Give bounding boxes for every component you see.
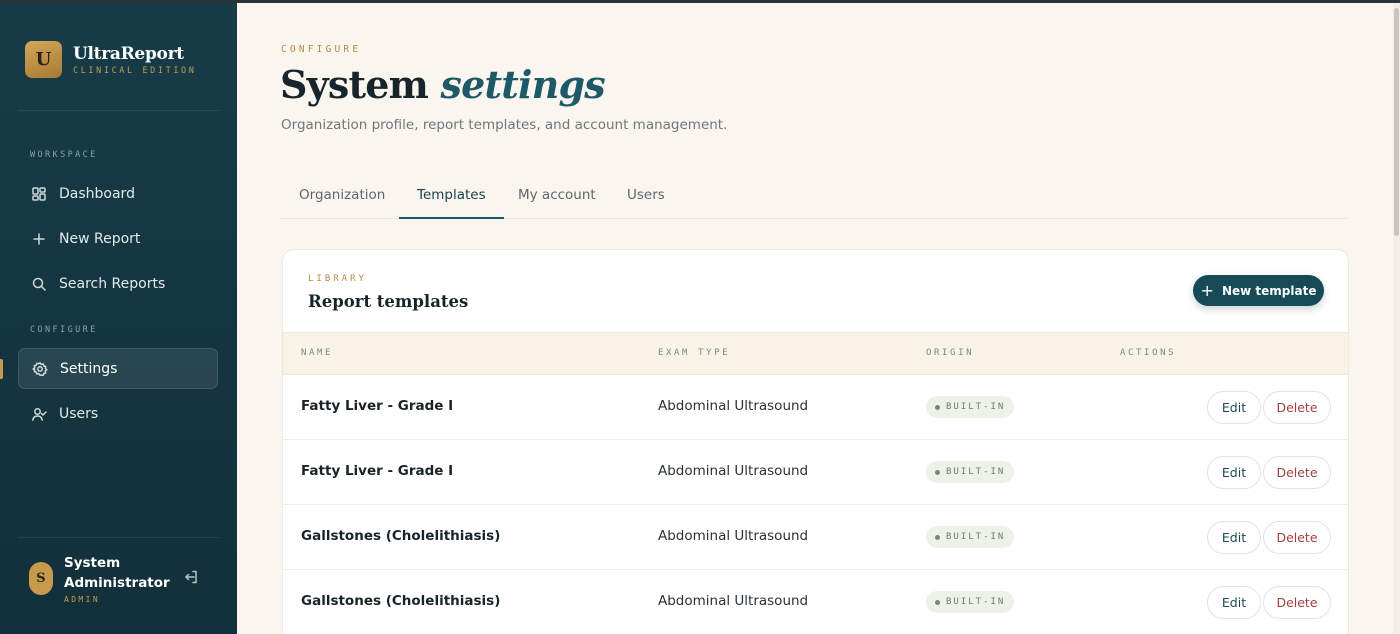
card-eyebrow: LIBRARY: [308, 274, 367, 284]
page-title-plain: System: [280, 62, 429, 107]
brand-name: UltraReport: [73, 44, 184, 64]
column-header-exam-type[interactable]: EXAM TYPE: [658, 348, 730, 358]
main-content: CONFIGURE System settings Organization p…: [237, 0, 1400, 634]
brand-logo: U: [25, 41, 62, 78]
sidebar-item-dashboard[interactable]: Dashboard: [18, 173, 218, 214]
logout-icon[interactable]: [183, 569, 199, 585]
active-indicator: [0, 359, 3, 379]
plus-icon: [31, 231, 47, 247]
table-header: NAME EXAM TYPE ORIGIN ACTIONS: [283, 332, 1348, 375]
tab-users[interactable]: Users: [609, 172, 683, 218]
tab-organization[interactable]: Organization: [281, 172, 403, 218]
origin-label: BUILT-IN: [946, 597, 1006, 607]
delete-button[interactable]: Delete: [1263, 586, 1331, 619]
template-exam-type: Abdominal Ultrasound: [658, 463, 809, 479]
sidebar-divider: [18, 537, 220, 538]
template-name: Fatty Liver - Grade I: [301, 463, 454, 479]
user-role: ADMIN: [64, 595, 101, 604]
gear-icon: [32, 361, 48, 377]
sidebar-item-label: Search Reports: [59, 275, 166, 292]
template-exam-type: Abdominal Ultrasound: [658, 398, 809, 414]
search-icon: [31, 276, 47, 292]
origin-badge: BUILT-IN: [926, 526, 1015, 548]
origin-label: BUILT-IN: [946, 467, 1006, 477]
page-subtitle: Organization profile, report templates, …: [281, 117, 728, 133]
origin-label: BUILT-IN: [946, 402, 1006, 412]
edit-button[interactable]: Edit: [1207, 521, 1261, 554]
plus-icon: +: [1200, 280, 1214, 300]
delete-button[interactable]: Delete: [1263, 521, 1331, 554]
page-title: System settings: [280, 62, 606, 107]
edit-button[interactable]: Edit: [1207, 456, 1261, 489]
new-template-label: New template: [1221, 283, 1317, 298]
sidebar-item-settings[interactable]: Settings: [18, 348, 218, 389]
delete-button[interactable]: Delete: [1263, 391, 1331, 424]
delete-button[interactable]: Delete: [1263, 456, 1331, 489]
status-dot-icon: [935, 534, 940, 540]
sidebar-item-label: Dashboard: [59, 185, 135, 202]
sidebar-divider: [18, 110, 220, 111]
table-row[interactable]: Fatty Liver - Grade I Abdominal Ultrasou…: [283, 375, 1348, 440]
table-row[interactable]: Gallstones (Cholelithiasis) Abdominal Ul…: [283, 570, 1348, 634]
templates-card: LIBRARY Report templates + New template …: [282, 249, 1349, 634]
sidebar-item-label: Users: [59, 405, 99, 422]
sidebar-section-configure: CONFIGURE: [30, 325, 98, 335]
sidebar-item-label: Settings: [60, 360, 118, 377]
tab-my-account[interactable]: My account: [500, 172, 614, 218]
template-exam-type: Abdominal Ultrasound: [658, 593, 809, 609]
template-name: Gallstones (Cholelithiasis): [301, 593, 501, 609]
scrollbar-thumb[interactable]: [1394, 8, 1399, 236]
column-header-actions: ACTIONS: [1120, 348, 1177, 358]
template-exam-type: Abdominal Ultrasound: [658, 528, 809, 544]
tab-templates[interactable]: Templates: [399, 172, 504, 219]
page-eyebrow: CONFIGURE: [281, 44, 362, 55]
page-title-italic: settings: [440, 62, 606, 107]
column-header-name[interactable]: NAME: [301, 348, 333, 358]
origin-badge: BUILT-IN: [926, 591, 1015, 613]
origin-badge: BUILT-IN: [926, 396, 1015, 418]
status-dot-icon: [935, 599, 940, 605]
dashboard-icon: [31, 186, 47, 202]
new-template-button[interactable]: + New template: [1193, 275, 1324, 306]
user-profile[interactable]: S System Administrator ADMIN: [29, 553, 170, 604]
table-row[interactable]: Fatty Liver - Grade I Abdominal Ultrasou…: [283, 440, 1348, 505]
status-dot-icon: [935, 404, 940, 410]
origin-label: BUILT-IN: [946, 532, 1006, 542]
sidebar-item-new-report[interactable]: New Report: [18, 218, 218, 259]
sidebar-item-search-reports[interactable]: Search Reports: [18, 263, 218, 304]
sidebar-item-users[interactable]: Users: [18, 393, 218, 434]
edit-button[interactable]: Edit: [1207, 586, 1261, 619]
sidebar: U UltraReport CLINICAL EDITION WORKSPACE…: [0, 0, 237, 634]
column-header-origin[interactable]: ORIGIN: [926, 348, 974, 358]
origin-badge: BUILT-IN: [926, 461, 1015, 483]
settings-tabs: Organization Templates My account Users: [281, 172, 1348, 219]
template-name: Fatty Liver - Grade I: [301, 398, 454, 414]
brand[interactable]: U UltraReport CLINICAL EDITION: [25, 41, 196, 78]
brand-subtitle: CLINICAL EDITION: [73, 66, 197, 76]
users-icon: [31, 406, 47, 422]
sidebar-section-workspace: WORKSPACE: [30, 150, 98, 160]
sidebar-item-label: New Report: [59, 230, 141, 247]
avatar: S: [29, 562, 53, 595]
card-title: Report templates: [308, 292, 469, 311]
status-dot-icon: [935, 469, 940, 475]
template-name: Gallstones (Cholelithiasis): [301, 528, 501, 544]
edit-button[interactable]: Edit: [1207, 391, 1261, 424]
window-top-border: [0, 0, 1400, 3]
table-row[interactable]: Gallstones (Cholelithiasis) Abdominal Ul…: [283, 505, 1348, 570]
user-name: System Administrator: [64, 555, 170, 591]
